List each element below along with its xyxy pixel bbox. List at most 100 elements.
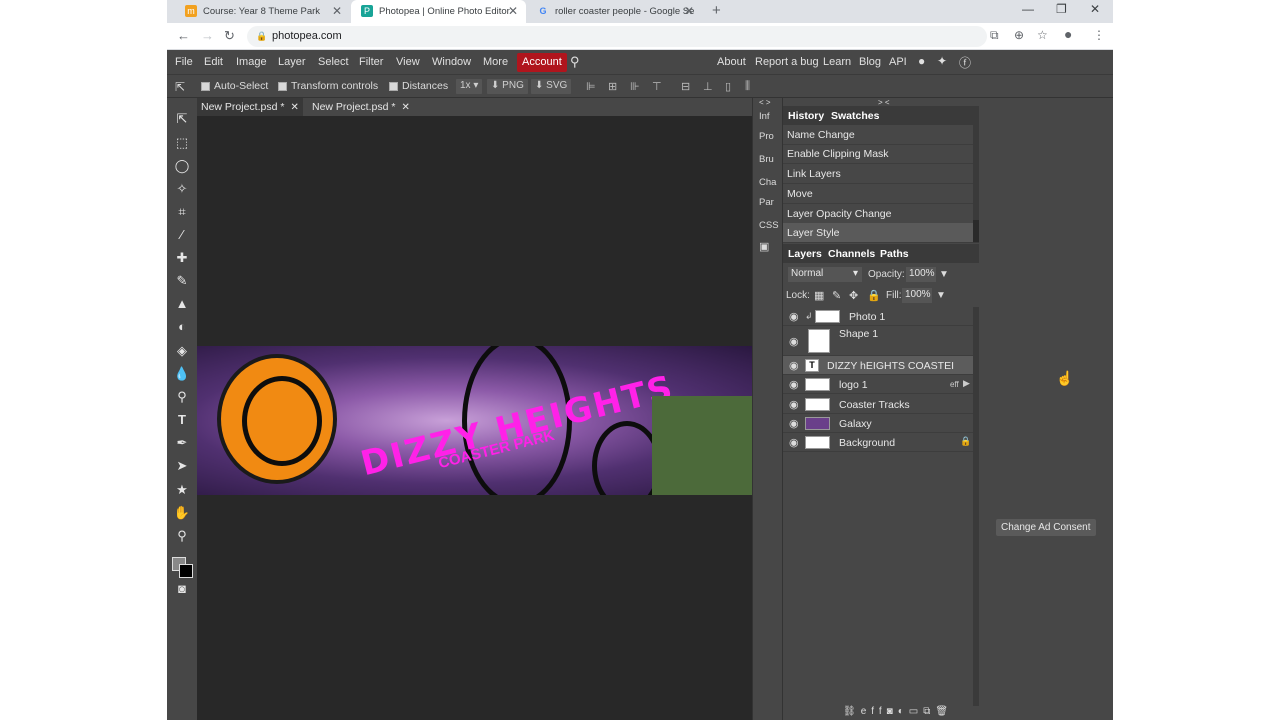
eye-icon[interactable]: ◉ — [789, 417, 799, 430]
share-icon[interactable]: ⧉ — [990, 28, 999, 43]
eye-icon[interactable]: ◉ — [789, 359, 799, 372]
move-tool-icon[interactable]: ⇱ — [173, 110, 191, 128]
align-right-icon[interactable]: ⊪ — [630, 80, 640, 93]
document-tab-1[interactable]: New Project.psd * ✕ — [197, 98, 303, 116]
eye-icon[interactable]: ◉ — [789, 436, 799, 449]
lock-all-icon[interactable]: 🔒 — [867, 289, 881, 302]
profile-icon[interactable]: ● — [1064, 26, 1072, 42]
banner-image[interactable]: DIZZY HEIGHTS COASTER PARK — [197, 346, 752, 495]
menu-dots-icon[interactable]: ⋮ — [1093, 28, 1105, 42]
layer-row[interactable]: ◉ ↲ Photo 1 — [783, 307, 973, 326]
layer-row[interactable]: ◉ Galaxy — [783, 414, 973, 433]
layer-row-selected[interactable]: ◉ T DIZZY hEIGHTS COASTEI — [783, 356, 973, 375]
forward-icon[interactable]: → — [201, 28, 214, 43]
eye-icon[interactable]: ◉ — [789, 398, 799, 411]
search-icon[interactable]: ⚲ — [570, 54, 580, 70]
history-item[interactable]: Layer Opacity Change — [783, 204, 973, 224]
align-middle-icon[interactable]: ⊟ — [681, 80, 690, 93]
expand-icon[interactable]: < > — [759, 98, 771, 107]
export-png-button[interactable]: ⬇ PNG — [487, 79, 528, 94]
close-window-icon[interactable]: ✕ — [1090, 2, 1100, 16]
tab-paths[interactable]: Paths — [880, 248, 909, 260]
marquee-tool-icon[interactable]: ⬚ — [173, 134, 191, 152]
fill-input[interactable]: 100% — [902, 288, 932, 303]
dodge-tool-icon[interactable]: ⚲ — [173, 388, 191, 406]
expand-effects-icon[interactable]: ▶ — [963, 378, 970, 389]
reload-icon[interactable]: ↻ — [224, 28, 235, 44]
new-layer-icon[interactable]: ⧉ — [923, 706, 935, 717]
stamp-tool-icon[interactable]: ▲ — [173, 295, 191, 313]
change-ad-consent-button[interactable]: Change Ad Consent — [996, 519, 1096, 536]
transform-controls-checkbox[interactable]: Transform controls — [278, 80, 378, 92]
effects-badge[interactable]: eff — [950, 380, 959, 389]
panel-paragraph[interactable]: Par — [759, 197, 774, 208]
browser-tab-photopea[interactable]: P Photopea | Online Photo Editor ✕ — [351, 0, 526, 23]
history-item[interactable]: Move — [783, 184, 973, 204]
eye-icon[interactable]: ◉ — [789, 310, 799, 323]
lock-transparency-icon[interactable]: ▦ — [814, 289, 824, 302]
crop-tool-icon[interactable]: ⌗ — [173, 203, 191, 221]
distances-checkbox[interactable]: Distances — [389, 80, 448, 92]
zoom-select[interactable]: 1x ▾ — [456, 79, 483, 94]
panel-info[interactable]: Inf — [759, 111, 770, 122]
menu-select[interactable]: Select — [318, 56, 349, 68]
eyedropper-tool-icon[interactable]: ⁄ — [173, 226, 191, 244]
browser-tab-google[interactable]: G roller coaster people - Google Se ✕ — [527, 0, 702, 23]
report-bug-link[interactable]: Report a bug — [755, 56, 819, 68]
adjustment-icon[interactable]: ◐ — [898, 706, 909, 717]
url-field[interactable]: 🔒 photopea.com — [247, 26, 987, 47]
restore-icon[interactable]: ❐ — [1056, 2, 1067, 16]
history-item[interactable]: Link Layers — [783, 164, 973, 184]
menu-filter[interactable]: Filter — [359, 56, 383, 68]
reddit-icon[interactable]: ● — [918, 54, 925, 68]
eye-icon[interactable]: ◉ — [789, 378, 799, 391]
type-tool-icon[interactable]: T — [173, 411, 191, 429]
close-tab-icon[interactable]: ✕ — [332, 4, 342, 18]
hand-tool-icon[interactable]: ✋ — [173, 504, 191, 522]
menu-edit[interactable]: Edit — [204, 56, 223, 68]
menu-window[interactable]: Window — [432, 56, 471, 68]
align-top-icon[interactable]: ⊤ — [652, 80, 662, 93]
pen-tool-icon[interactable]: ✒ — [173, 434, 191, 452]
learn-link[interactable]: Learn — [823, 56, 851, 68]
document-tab-2[interactable]: New Project.psd * ✕ — [308, 98, 414, 116]
menu-layer[interactable]: Layer — [278, 56, 306, 68]
opacity-input[interactable]: 100% — [906, 267, 936, 282]
layer-row[interactable]: ◉ logo 1 eff ▶ — [783, 375, 973, 394]
canvas-area[interactable]: DIZZY HEIGHTS COASTER PARK — [197, 116, 752, 720]
account-button[interactable]: Account — [517, 53, 567, 72]
align-bottom-icon[interactable]: ⊥ — [703, 80, 713, 93]
folder-icon[interactable]: ▭ — [909, 706, 923, 717]
blend-mode-select[interactable]: Normal ▾ — [788, 267, 862, 282]
export-svg-button[interactable]: ⬇ SVG — [531, 79, 572, 94]
path-select-tool-icon[interactable]: ➤ — [173, 457, 191, 475]
close-tab-icon[interactable]: ✕ — [508, 4, 518, 18]
lock-position-icon[interactable]: ✥ — [849, 289, 858, 302]
layer-row[interactable]: ◉ Shape 1 — [783, 326, 973, 356]
tab-swatches[interactable]: Swatches — [831, 110, 879, 122]
menu-image[interactable]: Image — [236, 56, 267, 68]
blur-tool-icon[interactable]: 💧 — [173, 365, 191, 383]
bookmark-star-icon[interactable]: ☆ — [1037, 28, 1048, 42]
eraser-tool-icon[interactable]: ◐ — [173, 318, 191, 336]
tab-history[interactable]: History — [788, 110, 824, 122]
zoom-tool-icon[interactable]: ⚲ — [173, 527, 191, 545]
align-center-icon[interactable]: ⊞ — [608, 80, 617, 93]
distribute-spacing-icon[interactable]: ⫼ — [745, 80, 750, 93]
mask-icon[interactable]: ◙ — [887, 706, 898, 717]
blog-link[interactable]: Blog — [859, 56, 881, 68]
twitter-icon[interactable]: ✦ — [937, 54, 947, 68]
minimize-icon[interactable]: — — [1022, 2, 1034, 16]
panel-character[interactable]: Cha — [759, 177, 776, 188]
panel-properties[interactable]: Pro — [759, 131, 774, 142]
facebook-icon[interactable]: ⓕ — [959, 54, 971, 71]
opacity-dropdown-icon[interactable]: ▼ — [939, 269, 949, 280]
shape-tool-icon[interactable]: ★ — [173, 481, 191, 499]
eye-icon[interactable]: ◉ — [789, 335, 799, 348]
magic-wand-tool-icon[interactable]: ✧ — [173, 180, 191, 198]
background-color-swatch[interactable] — [179, 564, 193, 578]
tab-channels[interactable]: Channels — [828, 248, 875, 260]
image-panel-icon[interactable]: ▣ — [759, 240, 769, 253]
layer-row[interactable]: ◉ Background 🔒 — [783, 433, 973, 452]
back-icon[interactable]: ← — [177, 28, 190, 43]
